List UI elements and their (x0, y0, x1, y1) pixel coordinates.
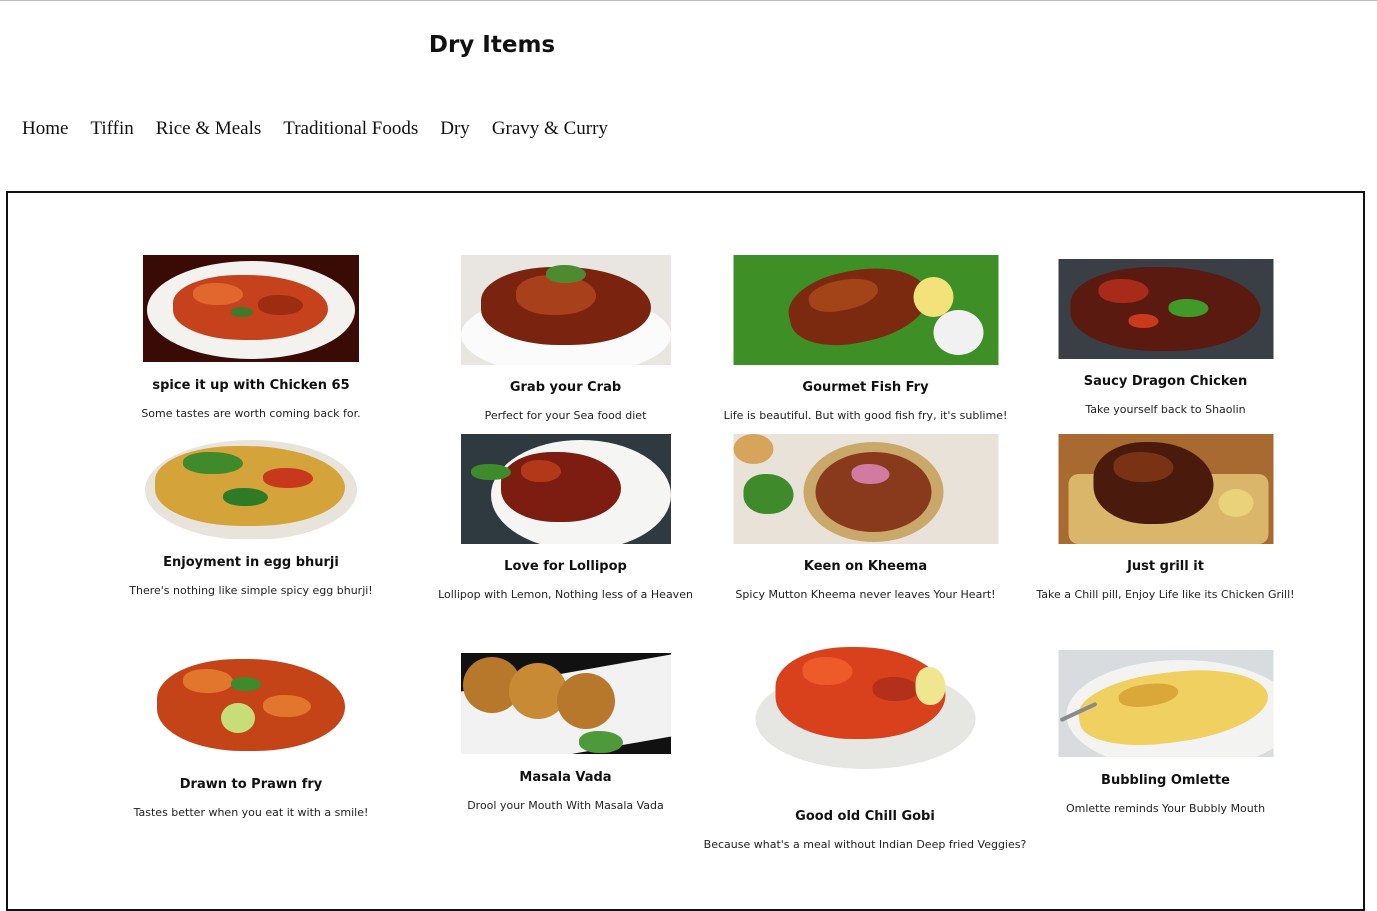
dish-card-dragon-chicken: Saucy Dragon Chicken Take yourself back … (1028, 255, 1303, 425)
dish-card-prawn-fry: Drawn to Prawn fry Tastes better when yo… (118, 645, 384, 825)
dish-image-dragon-chicken[interactable] (1058, 259, 1273, 359)
dish-name: Saucy Dragon Chicken (1083, 374, 1248, 389)
dish-image-crab[interactable] (460, 255, 671, 365)
nav-rice-meals[interactable]: Rice & Meals (156, 118, 262, 140)
dish-name: Just grill it (1127, 559, 1204, 574)
dish-tagline: Take yourself back to Shaolin (1085, 403, 1246, 416)
dish-image-omlette[interactable] (1058, 650, 1273, 757)
dish-name: Good old Chill Gobi (795, 809, 935, 824)
dish-image-chilli-gobi[interactable] (747, 639, 983, 779)
dish-image-lollipop[interactable] (460, 434, 671, 544)
dish-name: Gourmet Fish Fry (802, 380, 929, 395)
page-title: Dry Items (428, 32, 556, 58)
dish-tagline: Some tastes are worth coming back for. (141, 407, 361, 420)
dish-image-prawn-fry[interactable] (143, 645, 359, 762)
dish-tagline: Take a Chill pill, Enjoy Life like its C… (1036, 588, 1295, 601)
dish-name: Grab your Crab (509, 380, 622, 395)
dish-card-chicken-grill: Just grill it Take a Chill pill, Enjoy L… (1018, 434, 1313, 604)
dish-name: Drawn to Prawn fry (179, 777, 323, 792)
dish-name: Love for Lollipop (504, 559, 627, 574)
dish-tagline: Life is beautiful. But with good fish fr… (723, 409, 1008, 422)
dish-image-chicken-65[interactable] (143, 255, 359, 362)
dish-name: Enjoyment in egg bhurji (163, 555, 339, 570)
main-nav: Home Tiffin Rice & Meals Traditional Foo… (22, 118, 630, 140)
dish-image-fish-fry[interactable] (733, 255, 998, 365)
dish-card-lollipop: Love for Lollipop Lollipop with Lemon, N… (428, 434, 703, 604)
dish-image-masala-vada[interactable] (460, 653, 671, 754)
dish-tagline: Spicy Mutton Kheema never leaves Your He… (735, 588, 996, 601)
dish-tagline: Omlette reminds Your Bubbly Mouth (1065, 802, 1266, 815)
dish-tagline: Tastes better when you eat it with a smi… (133, 806, 369, 819)
nav-tiffin[interactable]: Tiffin (90, 118, 133, 140)
dish-image-kheema[interactable] (733, 434, 998, 544)
dish-tagline: Drool your Mouth With Masala Vada (467, 799, 664, 812)
nav-home[interactable]: Home (22, 118, 68, 140)
dish-card-kheema: Keen on Kheema Spicy Mutton Kheema never… (713, 434, 1018, 604)
nav-gravy-curry[interactable]: Gravy & Curry (492, 118, 608, 140)
nav-dry[interactable]: Dry (440, 118, 470, 140)
dish-name: Keen on Kheema (803, 559, 928, 574)
dish-tagline: There's nothing like simple spicy egg bh… (129, 584, 373, 597)
dish-card-egg-bhurji: Enjoyment in egg bhurji There's nothing … (118, 438, 384, 608)
dish-card-masala-vada: Masala Vada Drool your Mouth With Masala… (428, 653, 703, 823)
nav-traditional-foods[interactable]: Traditional Foods (283, 118, 418, 140)
dish-card-chilli-gobi: Good old Chill Gobi Because what's a mea… (690, 639, 1040, 859)
dish-card-chicken-65: spice it up with Chicken 65 Some tastes … (118, 255, 384, 425)
dish-card-omlette: Bubbling Omlette Omlette reminds Your Bu… (1028, 650, 1303, 820)
dish-grid: spice it up with Chicken 65 Some tastes … (6, 191, 1365, 911)
dish-card-crab: Grab your Crab Perfect for your Sea food… (428, 255, 703, 425)
dish-image-chicken-grill[interactable] (1058, 434, 1273, 544)
dish-name: Masala Vada (519, 770, 612, 785)
dish-name: Bubbling Omlette (1101, 773, 1230, 788)
dish-tagline: Lollipop with Lemon, Nothing less of a H… (438, 588, 693, 601)
dish-image-egg-bhurji[interactable] (143, 438, 359, 539)
dish-name: spice it up with Chicken 65 (152, 378, 350, 393)
dish-tagline: Because what's a meal without Indian Dee… (703, 838, 1027, 851)
dish-card-fish-fry: Gourmet Fish Fry Life is beautiful. But … (713, 255, 1018, 425)
dish-tagline: Perfect for your Sea food diet (484, 409, 647, 422)
